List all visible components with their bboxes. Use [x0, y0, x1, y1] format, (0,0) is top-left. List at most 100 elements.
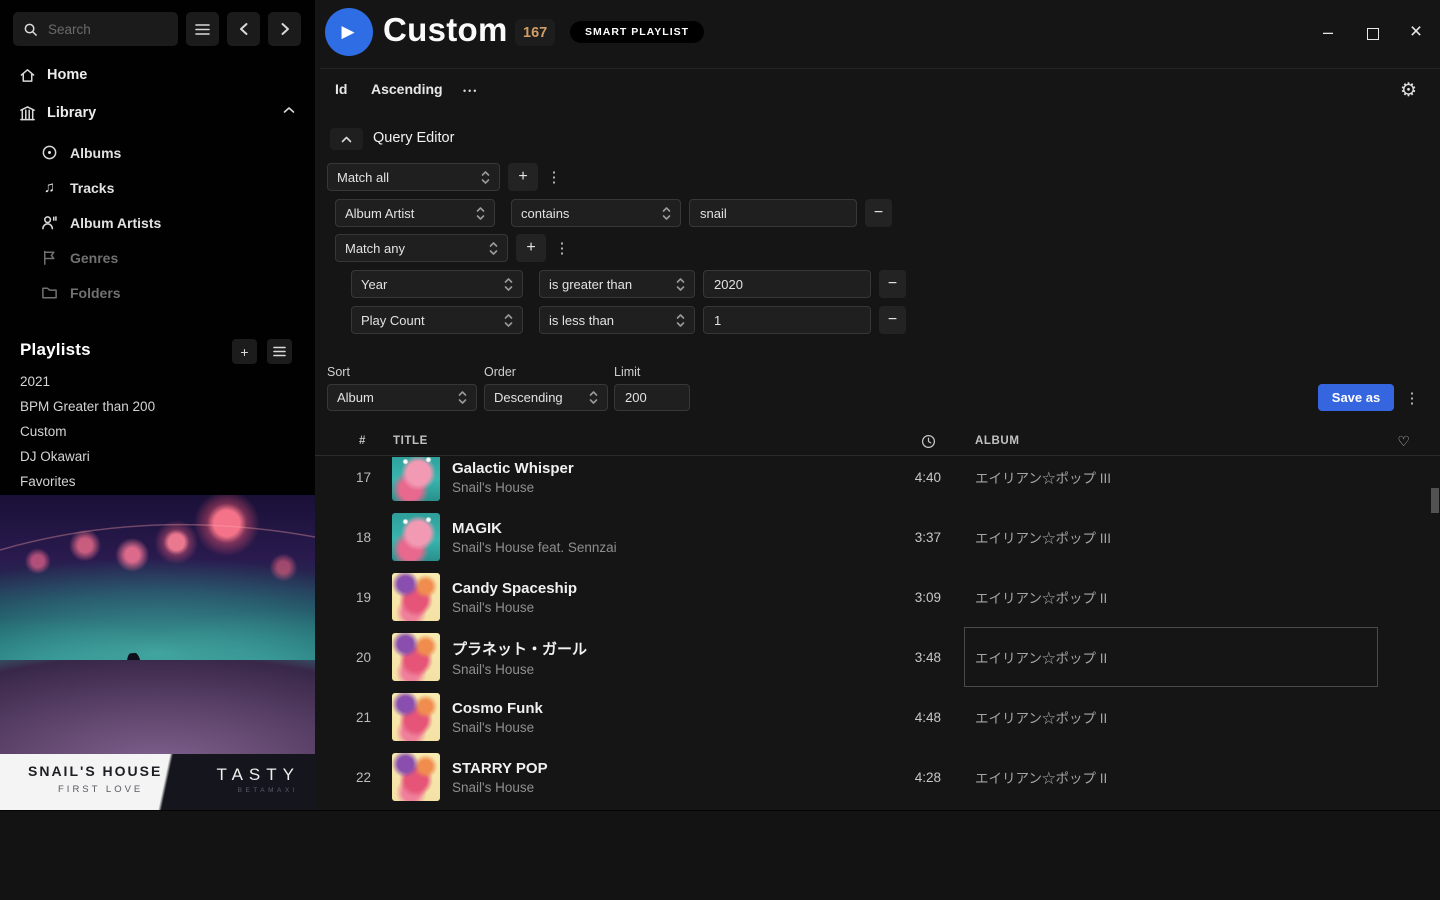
table-row[interactable]: 17 Galactic Whisper Snail's House 4:40 エ…	[315, 457, 1440, 507]
sidebar-item-album-artists[interactable]: Album Artists	[0, 205, 315, 240]
nav-back-button[interactable]	[227, 12, 260, 46]
chevron-up-icon[interactable]	[283, 106, 295, 114]
column-header-album[interactable]: ALBUM	[972, 435, 1378, 447]
rule-operator-select[interactable]: is less than	[539, 306, 695, 334]
gear-icon[interactable]: ⚙	[1400, 79, 1417, 102]
table-row[interactable]: 22 STARRY POP Snail's House 4:28 エイリアン☆ポ…	[315, 747, 1440, 807]
add-rule-button[interactable]: +	[516, 234, 546, 262]
select-value: contains	[521, 206, 569, 221]
sidebar-item-folders[interactable]: Folders	[0, 275, 315, 310]
window-maximize-button[interactable]	[1362, 24, 1384, 44]
window-minimize-button[interactable]: –	[1317, 22, 1339, 42]
rule-field-select[interactable]: Album Artist	[335, 199, 495, 227]
select-value: Album	[337, 390, 374, 405]
column-header-title[interactable]: TITLE	[392, 435, 858, 447]
sidebar-item-home[interactable]: Home	[0, 56, 315, 94]
track-number: 20	[315, 650, 392, 665]
album-cell[interactable]: エイリアン☆ポップ II	[972, 687, 1378, 747]
sidebar-item-label: Folders	[70, 285, 121, 301]
chevron-right-icon	[279, 22, 291, 36]
remove-rule-button[interactable]: −	[865, 199, 892, 227]
select-updown-icon	[458, 390, 467, 405]
rule-operator-select[interactable]: contains	[511, 199, 681, 227]
table-row[interactable]: 18 MAGIK Snail's House feat. Sennzai 3:3…	[315, 507, 1440, 567]
album-cell[interactable]: エイリアン☆ポップ II	[972, 627, 1378, 687]
order-select[interactable]: Descending	[484, 384, 608, 411]
plus-icon: +	[240, 344, 248, 360]
player-bar: First Love ⋮ Snail's House First Love ▶ …	[0, 810, 1440, 900]
playlist-item[interactable]: Favorites	[0, 469, 315, 494]
track-artist: Snail's House	[452, 600, 858, 615]
track-duration: 4:40	[858, 470, 948, 485]
group-menu-icon[interactable]: ⋮	[554, 234, 570, 262]
match-type-select[interactable]: Match any	[335, 234, 508, 262]
scrollbar-thumb[interactable]	[1431, 488, 1439, 513]
window-close-button[interactable]: ×	[1405, 20, 1427, 44]
rule-field-select[interactable]: Year	[351, 270, 523, 298]
list-icon	[273, 346, 286, 357]
sort-select[interactable]: Album	[327, 384, 477, 411]
nav-forward-button[interactable]	[268, 12, 301, 46]
save-menu-icon[interactable]: ⋮	[1403, 384, 1421, 411]
album-cell[interactable]: エイリアン☆ポップ III	[972, 507, 1378, 567]
playlist-play-button[interactable]: ▶	[325, 8, 373, 56]
more-options-icon[interactable]: •••	[463, 86, 478, 96]
album-name: エイリアン☆ポップ II	[975, 707, 1107, 727]
rule-value-input[interactable]	[689, 199, 857, 227]
search-input[interactable]	[46, 21, 156, 38]
menu-button[interactable]	[186, 12, 219, 46]
album-cell[interactable]: エイリアン☆ポップ II	[972, 567, 1378, 627]
playlist-item[interactable]: Custom	[0, 419, 315, 444]
playlist-item[interactable]: 2021	[0, 369, 315, 394]
sort-direction-button[interactable]: Ascending	[371, 81, 443, 97]
group-menu-icon[interactable]: ⋮	[546, 163, 562, 191]
sidebar-item-genres[interactable]: Genres	[0, 240, 315, 275]
artist-icon	[41, 214, 58, 231]
remove-rule-button[interactable]: −	[879, 306, 906, 334]
select-value: Play Count	[361, 313, 425, 328]
table-row[interactable]: 20 プラネット・ガール Snail's House 3:48 エイリアン☆ポッ…	[315, 627, 1440, 687]
minus-icon: −	[874, 204, 883, 222]
sort-field-button[interactable]: Id	[335, 81, 347, 97]
heart-icon[interactable]: ♡	[1397, 433, 1410, 450]
query-editor-collapse-button[interactable]	[330, 128, 363, 150]
remove-rule-button[interactable]: −	[879, 270, 906, 298]
rule-operator-select[interactable]: is greater than	[539, 270, 695, 298]
rule-field-select[interactable]: Play Count	[351, 306, 523, 334]
music-app-window: Home Library Albums ♫	[0, 0, 1440, 900]
smart-playlist-badge: SMART PLAYLIST	[570, 21, 704, 43]
column-header-index[interactable]: #	[315, 435, 392, 447]
add-rule-button[interactable]: +	[508, 163, 538, 191]
main-content: ▶ Custom 167 SMART PLAYLIST – × Id Ascen…	[315, 0, 1440, 810]
banner-artist: SNAIL'S HOUSE	[28, 763, 162, 779]
save-as-button[interactable]: Save as	[1318, 384, 1394, 411]
clock-icon[interactable]	[921, 434, 936, 449]
sidebar-item-library[interactable]: Library	[0, 94, 315, 132]
sidebar-item-tracks[interactable]: ♫ Tracks	[0, 170, 315, 205]
minus-icon: −	[888, 311, 897, 329]
library-sub-list: Albums ♫ Tracks Album Artists Genres	[0, 135, 315, 310]
table-row[interactable]: 19 Candy Spaceship Snail's House 3:09 エイ…	[315, 567, 1440, 627]
playlist-item[interactable]: DJ Okawari	[0, 444, 315, 469]
limit-input[interactable]	[614, 384, 690, 411]
string-lights	[0, 495, 315, 575]
minimize-icon: –	[1323, 22, 1333, 43]
album-name: エイリアン☆ポップ III	[975, 527, 1111, 547]
track-number: 18	[315, 530, 392, 545]
select-value: Album Artist	[345, 206, 414, 221]
home-icon	[19, 67, 36, 84]
chevron-left-icon	[238, 22, 250, 36]
playlist-list-button[interactable]	[267, 339, 292, 364]
rule-value-input[interactable]	[703, 270, 871, 298]
album-cell[interactable]: エイリアン☆ポップ III	[972, 457, 1378, 507]
table-row[interactable]: 21 Cosmo Funk Snail's House 4:48 エイリアン☆ポ…	[315, 687, 1440, 747]
sidebar-item-albums[interactable]: Albums	[0, 135, 315, 170]
playlist-item[interactable]: BPM Greater than 200	[0, 394, 315, 419]
album-cell[interactable]: エイリアン☆ポップ II	[972, 747, 1378, 807]
banner-album: FIRST LOVE	[58, 784, 143, 795]
rule-value-input[interactable]	[703, 306, 871, 334]
match-type-select[interactable]: Match all	[327, 163, 500, 191]
search-box[interactable]	[13, 12, 178, 46]
sort-label: Sort	[327, 365, 350, 379]
add-playlist-button[interactable]: +	[232, 339, 257, 364]
